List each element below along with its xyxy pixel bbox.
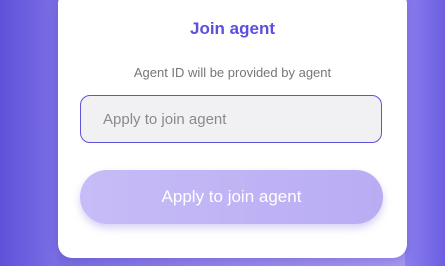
agent-id-hint: Agent ID will be provided by agent (133, 65, 332, 80)
agent-id-input[interactable] (101, 109, 381, 129)
agent-id-field[interactable] (80, 95, 382, 143)
dialog-title: Join agent (189, 19, 275, 38)
apply-join-button[interactable]: Apply to join agent (80, 170, 383, 224)
background-panel-left (0, 0, 58, 266)
background-panel-right (405, 0, 445, 266)
join-agent-dialog: Join agent Agent ID will be provided by … (58, 0, 407, 258)
